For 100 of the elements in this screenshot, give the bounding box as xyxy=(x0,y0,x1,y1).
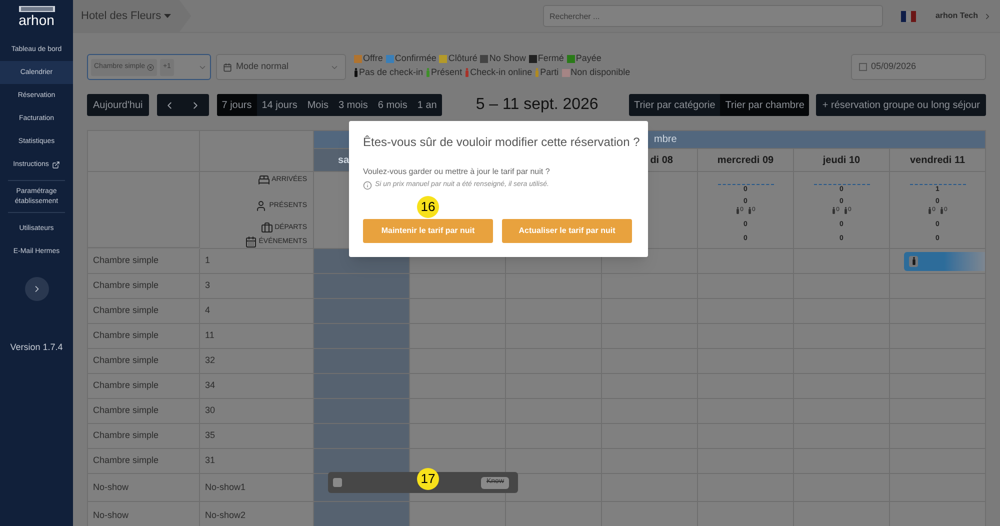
caret-icon xyxy=(164,14,172,18)
calendar-cell[interactable] xyxy=(314,274,410,299)
legend-label: Clôturé xyxy=(448,52,478,65)
person-icon xyxy=(736,207,740,214)
french-flag-icon[interactable] xyxy=(901,10,916,22)
table-cell: No-show1 xyxy=(200,474,314,502)
calendar-cell[interactable] xyxy=(314,424,410,449)
segment-tab[interactable]: 6 mois xyxy=(372,94,412,116)
table-cell: Chambre simple xyxy=(88,324,200,349)
day-header: jeudi 10 xyxy=(794,149,890,172)
person-icon xyxy=(940,207,943,214)
period-title: 5 – 11 sept. 2026 xyxy=(476,95,598,115)
suitcase-icon xyxy=(260,222,273,234)
table-cell: Chambre simple xyxy=(88,249,200,274)
calendar-cell[interactable] xyxy=(314,449,410,474)
expand-sidebar-button[interactable] xyxy=(24,277,48,301)
person-icon xyxy=(912,257,916,265)
calendar-cell[interactable] xyxy=(410,399,506,424)
calendar-cell[interactable] xyxy=(410,449,506,474)
legend-label: No Show xyxy=(489,52,526,65)
calendar-cell[interactable] xyxy=(410,274,506,299)
person-icon xyxy=(844,207,847,214)
user-name[interactable]: arhon Tech xyxy=(935,10,978,22)
segment-tab[interactable]: 7 jours xyxy=(216,94,257,116)
table-cell: 3 xyxy=(200,274,314,299)
segment-tab[interactable]: Mois xyxy=(302,94,334,116)
calendar-cell[interactable] xyxy=(506,474,602,502)
calendar-cell[interactable] xyxy=(314,502,410,526)
table-cell: 35 xyxy=(200,424,314,449)
calendar-cell[interactable] xyxy=(410,502,506,526)
booking-bar[interactable] xyxy=(904,252,985,270)
mode-select[interactable]: Mode normal xyxy=(216,54,346,80)
legend-label: Offre xyxy=(363,52,383,65)
external-link-icon xyxy=(52,160,60,168)
search-field[interactable]: Rechercher ... xyxy=(543,5,884,27)
table-cell: No-show xyxy=(88,502,200,526)
table-cell: 11 xyxy=(200,324,314,349)
legend-label: Pas de check-in xyxy=(359,66,424,79)
table-cell: 4 xyxy=(200,299,314,324)
calendar-cell[interactable] xyxy=(314,299,410,324)
segment-tab[interactable]: Trier par catégorie xyxy=(628,94,720,116)
day-header: mercredi 09 xyxy=(698,149,794,172)
checkbox-icon xyxy=(859,63,867,71)
table-cell: Chambre simple xyxy=(88,424,200,449)
legend-label: Non disponible xyxy=(570,66,630,79)
calendar-cell[interactable] xyxy=(410,349,506,374)
calendar-cell[interactable] xyxy=(410,424,506,449)
table-cell: No-show2 xyxy=(200,502,314,526)
calendar-cell[interactable] xyxy=(314,324,410,349)
legend-label: Fermé xyxy=(538,52,564,65)
calendar-cell[interactable] xyxy=(506,449,602,474)
calendar-cell[interactable] xyxy=(890,249,986,274)
toast-checkbox[interactable] xyxy=(333,478,342,487)
calendar-cell[interactable] xyxy=(314,349,410,374)
table-cell: Chambre simple xyxy=(88,374,200,399)
segment-tab[interactable]: 3 mois xyxy=(333,94,373,116)
table-cell: Chambre simple xyxy=(88,449,200,474)
dashed-line xyxy=(718,184,774,185)
info-icon xyxy=(363,180,372,190)
person-icon xyxy=(748,207,751,214)
today-button[interactable]: Aujourd'hui xyxy=(87,94,149,116)
table-cell: Chambre simple xyxy=(88,349,200,374)
segment-tab[interactable]: 14 jours xyxy=(256,94,302,116)
date-field[interactable]: 05/09/2026 xyxy=(851,54,986,80)
group-reservation-button[interactable]: + réservation groupe ou long séjour xyxy=(816,94,986,116)
logo-mark-icon xyxy=(18,6,54,12)
dialog-title: Êtes-vous sûr de vouloir modifier cette réservation ? xyxy=(363,134,640,151)
table-cell: 34 xyxy=(200,374,314,399)
table-cell: No-show xyxy=(88,474,200,502)
person-icon xyxy=(928,207,932,214)
table-cell: Chambre simple xyxy=(88,299,200,324)
legend-label: Présent xyxy=(431,66,462,79)
segment-tab[interactable]: Trier par chambre xyxy=(720,94,810,116)
day-header: vendredi 11 xyxy=(890,149,986,172)
calendar-cell[interactable] xyxy=(410,299,506,324)
logo-text: arhon xyxy=(18,12,54,28)
calendar-cell[interactable] xyxy=(314,374,410,399)
calendar-icon xyxy=(223,62,232,72)
legend-label: Payée xyxy=(576,52,602,65)
bed-icon xyxy=(258,174,270,186)
version-label: Version 1.7.4 xyxy=(10,341,63,354)
legend-label: Parti xyxy=(540,66,559,79)
person-icon xyxy=(255,200,268,212)
chevron-right-icon[interactable] xyxy=(983,12,992,20)
table-cell: 1 xyxy=(200,249,314,274)
calendar-cell[interactable] xyxy=(410,374,506,399)
table-cell: Chambre simple xyxy=(88,274,200,299)
table-cell: 30 xyxy=(200,399,314,424)
table-cell: 31 xyxy=(200,449,314,474)
logo[interactable]: arhon xyxy=(18,6,54,28)
table-cell: Chambre simple xyxy=(88,399,200,424)
calendar-cell[interactable] xyxy=(314,399,410,424)
dashed-line xyxy=(814,184,870,185)
dashed-line xyxy=(910,184,966,185)
calendar-cell[interactable] xyxy=(410,324,506,349)
person-icon xyxy=(832,207,836,214)
legend-label: Confirmée xyxy=(394,52,436,65)
table-cell: 32 xyxy=(200,349,314,374)
segment-tab[interactable]: 1 an xyxy=(412,94,442,116)
remove-icon[interactable] xyxy=(146,64,154,70)
